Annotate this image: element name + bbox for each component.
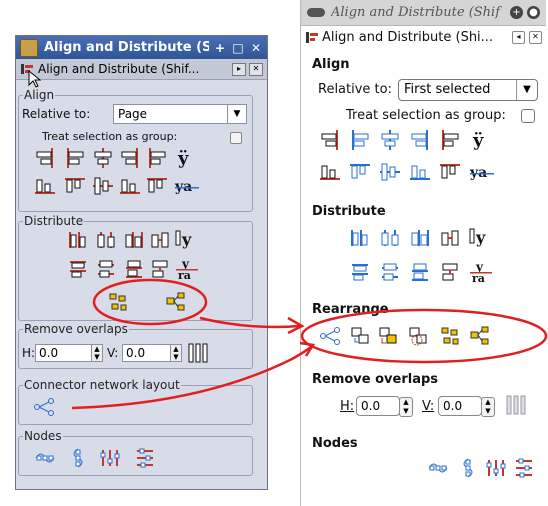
annotation-arrow-bottom [71,345,313,410]
annotation-circle-right [300,308,548,364]
annotation-arrow-top [199,316,301,329]
annotation-circle-left [92,278,208,326]
annotation-overlay [71,278,548,410]
